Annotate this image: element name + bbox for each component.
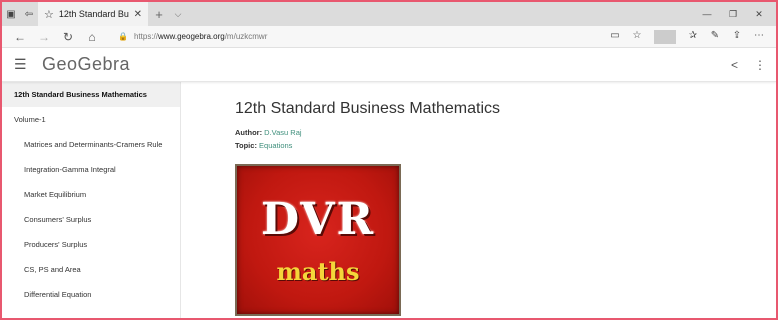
address-bar[interactable]: 🔒 https://www.geogebra.org/m/uzkcmwr: [104, 28, 604, 46]
new-tab-button[interactable]: +: [148, 7, 170, 22]
share-icon[interactable]: ⇪: [726, 30, 748, 44]
close-window-button[interactable]: ✕: [746, 2, 772, 26]
address-toolbar: ← → ↻ ⌂ 🔒 https://www.geogebra.org/m/uzk…: [2, 26, 776, 48]
book-cover-image[interactable]: DVR maths: [235, 164, 401, 316]
author-line: Author: D.Vasu Raj: [235, 128, 776, 137]
maximize-button[interactable]: ❐: [720, 2, 746, 26]
refresh-icon[interactable]: ↻: [56, 30, 80, 44]
star-icon: ☆: [44, 8, 54, 21]
geogebra-logo[interactable]: GeoGebra: [42, 54, 130, 75]
cover-small-text: maths: [276, 257, 360, 286]
url-text: https://www.geogebra.org/m/uzkcmwr: [134, 32, 267, 41]
url-prefix: https://: [133, 32, 158, 41]
sidebar-item-cs-ps-area[interactable]: CS, PS and Area: [2, 257, 180, 282]
tab-actions-icon[interactable]: ▣: [2, 2, 20, 26]
favorites-list-icon[interactable]: ✰: [682, 30, 704, 44]
author-link[interactable]: D.Vasu Raj: [264, 128, 301, 137]
more-icon[interactable]: ⋯: [748, 30, 770, 44]
pen-icon[interactable]: ✎: [704, 30, 726, 44]
sidebar-item-gamma-integral[interactable]: Integration-Gamma Integral: [2, 157, 180, 182]
kebab-icon[interactable]: ⋮: [754, 58, 766, 72]
window-controls: — ❐ ✕: [694, 2, 772, 26]
lock-icon: 🔒: [118, 32, 128, 41]
reading-view-icon[interactable]: ▭: [604, 30, 626, 44]
sidebar-item-volume-1[interactable]: Volume-1: [2, 107, 180, 132]
favorite-icon[interactable]: ☆: [626, 30, 648, 44]
back-arrow-icon[interactable]: ←: [8, 30, 32, 44]
cover-big-text: DVR: [260, 194, 376, 245]
browser-tab[interactable]: ☆ 12th Standard Business ✕: [38, 2, 148, 26]
url-path: /m/uzkcmwr: [224, 32, 268, 41]
topic-link[interactable]: Equations: [259, 141, 292, 150]
main-panel: 12th Standard Business Mathematics Autho…: [181, 82, 776, 318]
minimize-button[interactable]: —: [694, 2, 720, 26]
sidebar-item-matrices[interactable]: Matrices and Determinants-Cramers Rule: [2, 132, 180, 157]
sidebar-item-differential-equation[interactable]: Differential Equation: [2, 282, 180, 307]
tab-back-icon[interactable]: ⇦: [20, 2, 38, 26]
book-cover-art: DVR maths: [237, 166, 399, 314]
toolbar-actions: ▭ ☆ ✰ ✎ ⇪ ⋯: [604, 29, 770, 44]
close-icon[interactable]: ✕: [134, 9, 142, 20]
sidebar-item-market-equilibrium[interactable]: Market Equilibrium: [2, 182, 180, 207]
app-header: ☰ GeoGebra < ⋮: [2, 48, 776, 82]
forward-arrow-icon[interactable]: →: [32, 30, 56, 44]
page-title: 12th Standard Business Mathematics: [235, 100, 501, 117]
tab-title: 12th Standard Business: [58, 9, 129, 19]
page-content: 12th Standard Business Mathematics Volum…: [2, 82, 776, 318]
sidebar-item-book-title[interactable]: 12th Standard Business Mathematics: [2, 82, 180, 107]
topic-label: Topic:: [235, 141, 257, 150]
url-host: www.geogebra.org: [157, 32, 225, 41]
home-icon[interactable]: ⌂: [80, 30, 104, 44]
toolbar-divider: [654, 29, 676, 44]
author-label: Author:: [235, 128, 263, 137]
tab-strip: ▣ ⇦ ☆ 12th Standard Business ✕ + ⌵ — ❐ ✕: [2, 2, 776, 26]
sidebar-item-producers-surplus[interactable]: Producers' Surplus: [2, 232, 180, 257]
sidebar-item-consumers-surplus[interactable]: Consumers' Surplus: [2, 207, 180, 232]
topic-line: Topic: Equations: [235, 141, 776, 150]
browser-window: ▣ ⇦ ☆ 12th Standard Business ✕ + ⌵ — ❐ ✕…: [2, 2, 776, 318]
chevron-down-icon[interactable]: ⌵: [170, 9, 186, 20]
header-actions: < ⋮: [731, 48, 766, 82]
sidebar: 12th Standard Business Mathematics Volum…: [2, 82, 181, 318]
share-nodes-icon[interactable]: <: [731, 58, 738, 72]
hamburger-icon[interactable]: ☰: [14, 56, 42, 73]
